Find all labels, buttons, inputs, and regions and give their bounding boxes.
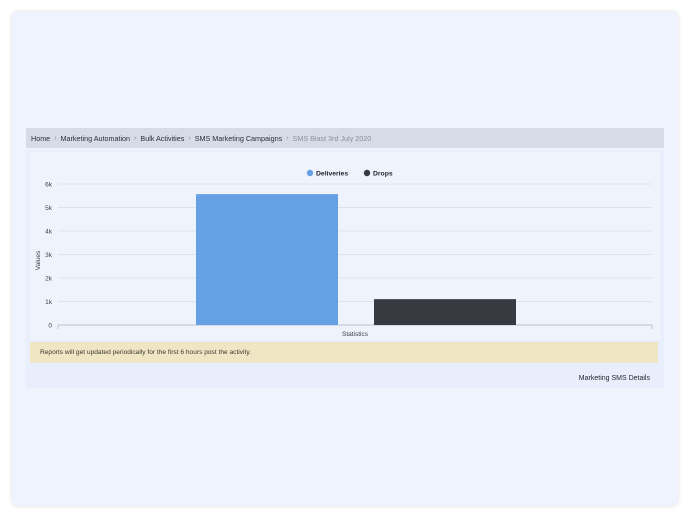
breadcrumb-current: SMS Blast 3rd July 2020 — [292, 133, 372, 143]
breadcrumb: Home › Marketing Automation › Bulk Activ… — [26, 128, 664, 148]
y-tick-label: 0 — [48, 323, 52, 330]
chevron-right-icon: › — [54, 134, 57, 142]
chevron-right-icon: › — [188, 134, 191, 142]
y-tick-label: 2k — [45, 276, 53, 283]
bar-deliveries[interactable] — [196, 194, 338, 325]
breadcrumb-marketing-automation[interactable]: Marketing Automation — [61, 134, 131, 143]
breadcrumb-bulk-activities[interactable]: Bulk Activities — [140, 134, 184, 143]
legend-label-drops[interactable]: Drops — [373, 171, 393, 178]
breadcrumb-home[interactable]: Home — [31, 134, 50, 143]
y-tick-label: 1k — [45, 299, 53, 306]
y-tick-label: 4k — [45, 229, 53, 236]
x-category-label: Statistics — [342, 331, 369, 338]
bar-chart: 0 1k 2k 3k 4k 5k 6k Values Statistics Deliveries D… — [35, 169, 653, 338]
chevron-right-icon: › — [134, 134, 137, 142]
update-notice: Reports will get updated periodically fo… — [30, 342, 658, 363]
y-tick-label: 6k — [45, 182, 53, 189]
breadcrumb-sms-campaigns[interactable]: SMS Marketing Campaigns — [195, 134, 282, 143]
bar-drops[interactable] — [374, 299, 516, 325]
y-tick-label: 3k — [45, 252, 53, 259]
legend-marker-drops[interactable] — [363, 169, 371, 177]
chart-area: 0 1k 2k 3k 4k 5k 6k Values Statistics Deliveries D… — [30, 152, 660, 340]
marketing-sms-details-link[interactable]: Marketing SMS Details — [579, 375, 650, 382]
legend-marker-deliveries[interactable] — [306, 169, 314, 177]
y-tick-label: 5k — [45, 205, 53, 212]
y-axis-label: Values — [35, 250, 42, 270]
chevron-right-icon: › — [286, 134, 289, 142]
legend-label-deliveries[interactable]: Deliveries — [316, 171, 348, 178]
